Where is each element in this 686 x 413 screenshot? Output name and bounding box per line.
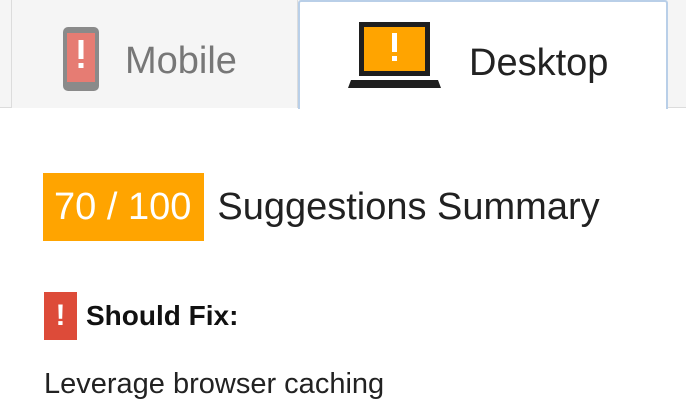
score-summary: 70 / 100 Suggestions Summary — [43, 173, 600, 241]
tab-mobile[interactable]: Mobile — [11, 0, 298, 108]
warning-icon: ! — [44, 292, 77, 340]
should-fix-header: ! Should Fix: — [44, 292, 238, 340]
should-fix-label: Should Fix: — [86, 300, 239, 331]
rule-leverage-browser-caching[interactable]: Leverage browser caching — [44, 368, 384, 401]
tab-mobile-label: Mobile — [125, 40, 237, 82]
summary-title: Suggestions Summary — [217, 185, 600, 228]
tab-desktop[interactable]: Desktop — [298, 0, 668, 109]
laptop-icon — [348, 22, 441, 88]
score-badge: 70 / 100 — [43, 173, 205, 241]
page: Mobile Desktop 70 / 100 Suggestions Summ… — [0, 0, 686, 413]
phone-icon — [63, 27, 99, 91]
tab-desktop-label: Desktop — [469, 42, 609, 84]
